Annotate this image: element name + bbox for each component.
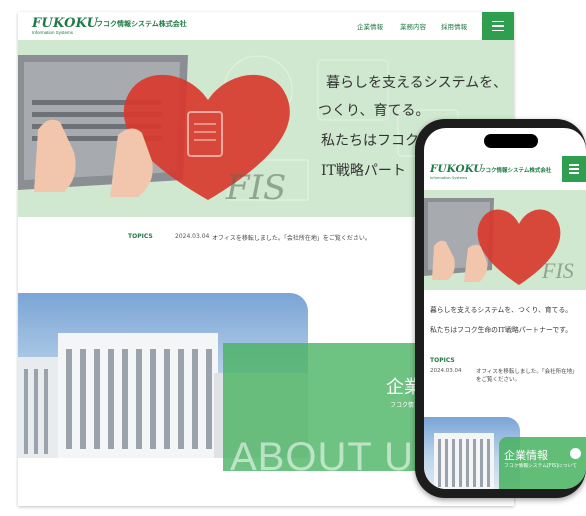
phone-about-section: 企業情報 フコク情報システム[FIS]について	[424, 411, 586, 489]
about-subtitle: フコク情	[390, 402, 415, 409]
menu-bar	[492, 25, 504, 27]
menu-bar	[492, 20, 504, 23]
phone-tagline-line-2: 私たちはフコク生命のIT戦略パートナーです。	[430, 326, 573, 334]
hero-tagline-line-4: IT戦略パート	[321, 163, 406, 179]
menu-bar	[569, 172, 579, 174]
topics-date: 2024.03.04	[175, 233, 210, 240]
phone-mockup: FUKOKU フコク情報システム株式会社 Information Systems…	[415, 119, 586, 498]
phone-topics-date: 2024.03.04	[430, 368, 462, 374]
arrow-circle-icon[interactable]	[570, 448, 581, 459]
nav-item-recruit[interactable]: 採用情報	[441, 21, 467, 31]
phone-screen: FUKOKU フコク情報システム株式会社 Information Systems…	[424, 128, 586, 489]
phone-company-name: フコク情報システム株式会社	[480, 168, 552, 174]
phone-topics-label: TOPICS	[430, 357, 455, 364]
phone-tagline-line-1: 暮らしを支えるシステムを、つくり、育てる。	[430, 306, 573, 314]
phone-hero-illustration: FIS	[424, 190, 586, 290]
phone-topics-link[interactable]: オフィスを移転しました。「会社所在地」をご覧ください。	[476, 368, 576, 385]
about-us-heading: ABOUT US	[230, 435, 442, 479]
hero-tagline-line-1: 暮らしを支えるシステムを、	[326, 75, 508, 91]
topics-link[interactable]: オフィスを移転しました。「会社所在地」をご覧ください。	[212, 233, 371, 242]
site-logo[interactable]: FUKOKU	[32, 16, 98, 31]
phone-logo-subtitle: Information Systems	[430, 176, 468, 180]
svg-text:FIS: FIS	[541, 258, 574, 283]
phone-hero-banner: FIS	[424, 190, 586, 290]
topics-label: TOPICS	[128, 233, 153, 240]
hero-watermark: FIS	[226, 168, 287, 208]
logo-subtitle: Information Systems	[32, 30, 74, 35]
menu-bar	[569, 164, 579, 166]
site-header: FUKOKU フコク情報システム株式会社 Information Systems…	[18, 12, 514, 40]
dynamic-island	[484, 134, 538, 148]
hamburger-menu-button[interactable]	[482, 12, 514, 40]
phone-about-card[interactable]	[499, 437, 586, 489]
hero-tagline-line-2: つくり、育てる。	[318, 103, 430, 119]
menu-bar	[569, 168, 579, 170]
company-name: フコク情報システム株式会社	[96, 20, 187, 28]
nav-item-company[interactable]: 企業情報	[357, 21, 383, 31]
nav-item-business[interactable]: 業務内容	[400, 21, 426, 31]
phone-about-subtitle: フコク情報システム[FIS]について	[504, 464, 578, 469]
phone-hamburger-menu-button[interactable]	[562, 156, 586, 182]
menu-bar	[492, 29, 504, 32]
phone-logo[interactable]: FUKOKU	[430, 163, 483, 175]
phone-about-title: 企業情報	[504, 450, 548, 462]
